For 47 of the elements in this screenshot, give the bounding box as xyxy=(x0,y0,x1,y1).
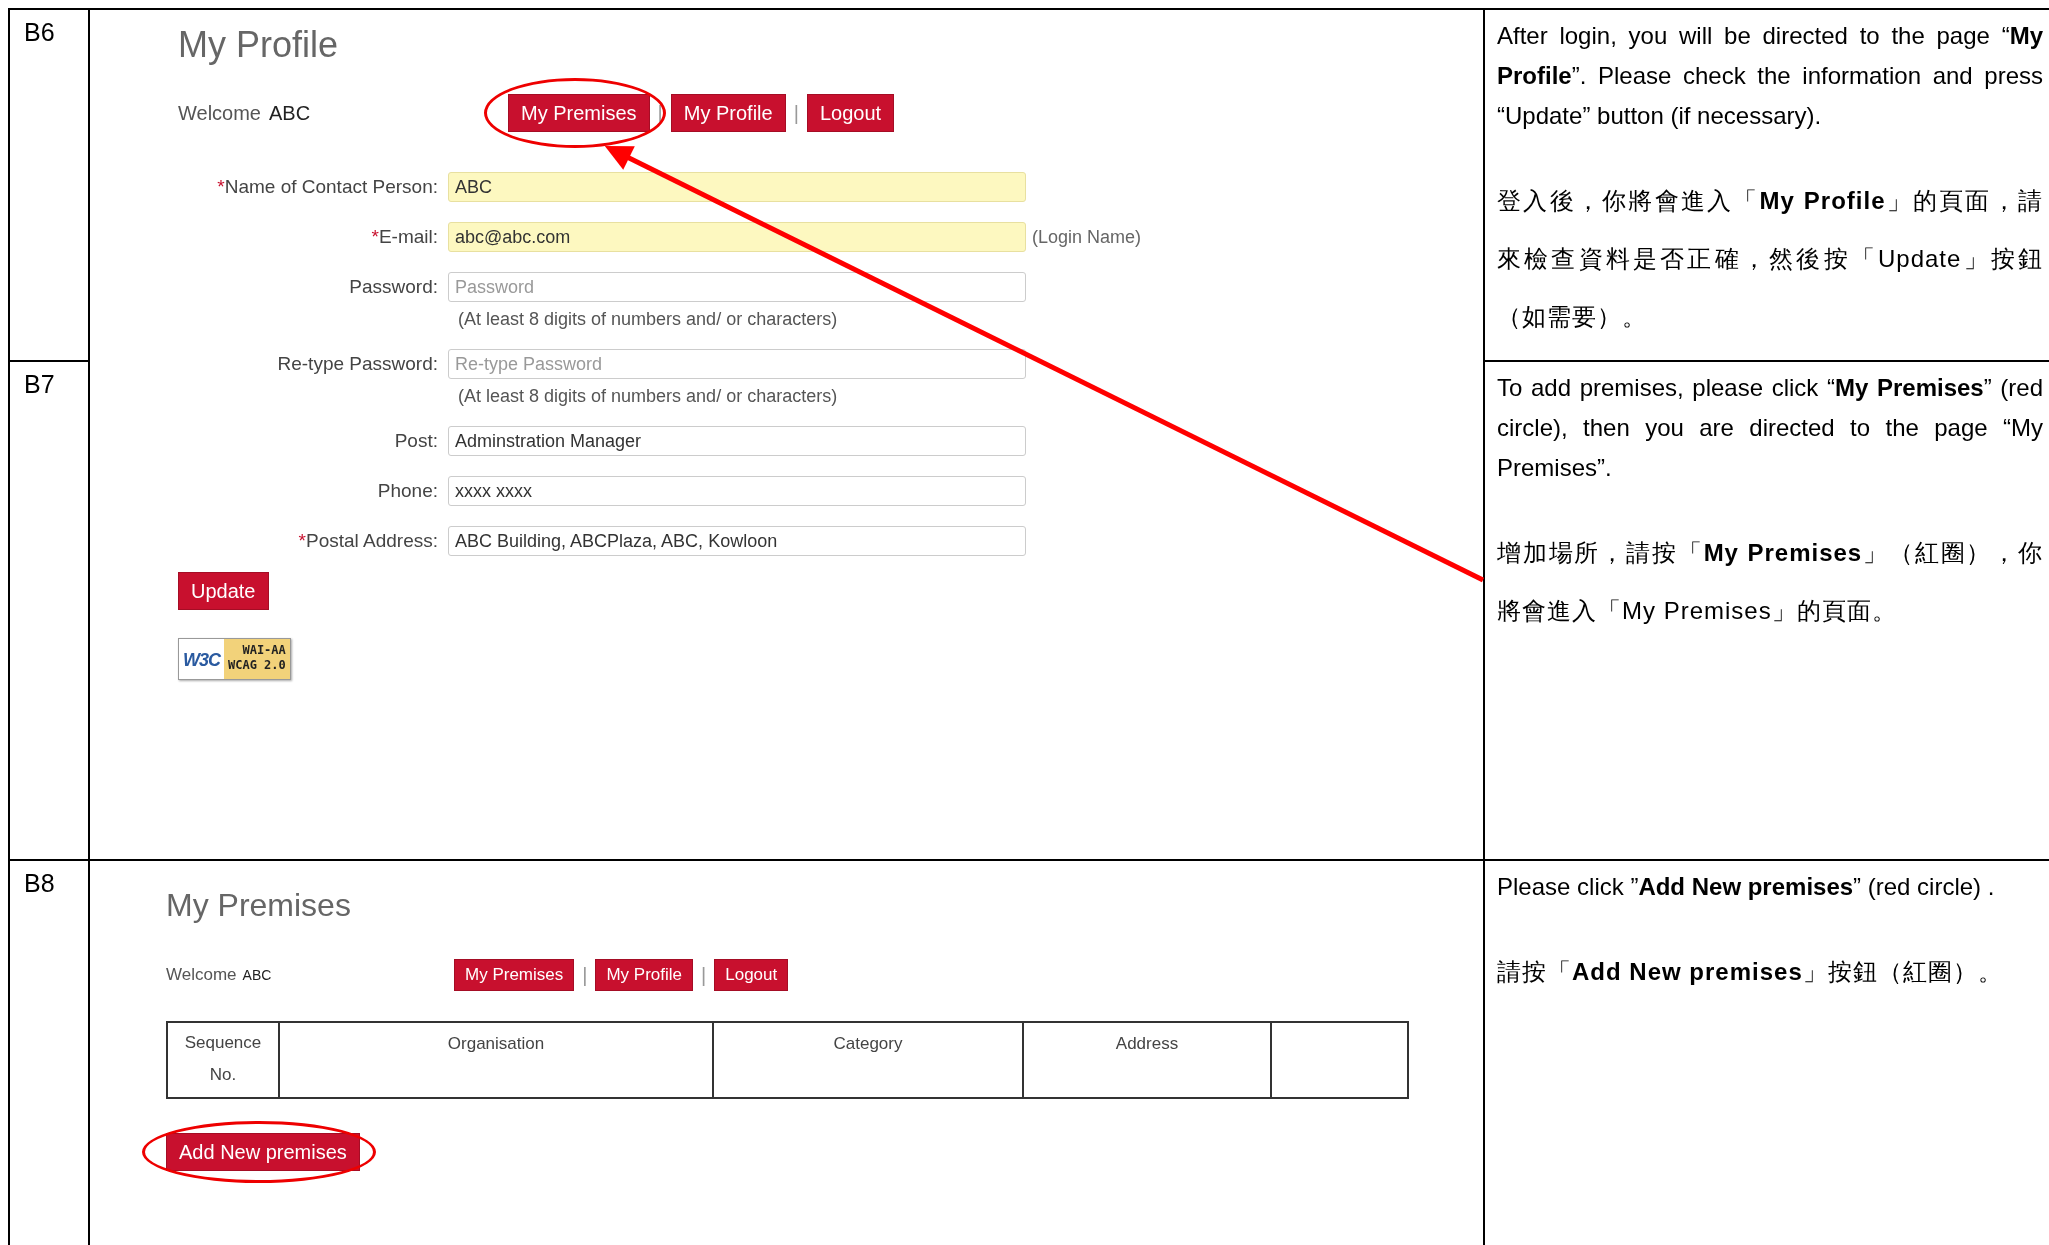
column-header: Category xyxy=(713,1022,1023,1098)
field-label: Post: xyxy=(393,428,439,453)
instruction-text: To add premises, please click “My Premises” (red circle), then you are directed to the page “My Premises”. xyxy=(1497,373,2043,483)
field-note: (Login Name) xyxy=(1032,225,1142,249)
input-field[interactable]: Password xyxy=(448,272,1026,302)
nav-button[interactable]: Logout xyxy=(806,94,895,132)
input-field[interactable]: xxxx xxxx xyxy=(448,476,1026,506)
welcome-label: Welcome xyxy=(178,101,261,126)
separator: | xyxy=(701,963,707,988)
step-label: B6 xyxy=(23,17,56,48)
field-label: Password: xyxy=(348,274,439,299)
column-header: Address xyxy=(1023,1022,1271,1098)
column-header: Organisation xyxy=(279,1022,713,1098)
nav-button[interactable]: My Premises xyxy=(454,959,575,991)
field-label: *Postal Address: xyxy=(297,528,439,553)
instruction-text: 請按「Add New premises」按鈕（紅圈）。 xyxy=(1497,957,2004,987)
step-label: B8 xyxy=(23,868,56,899)
input-field[interactable]: Re-type Password xyxy=(448,349,1026,379)
user-name: ABC xyxy=(242,965,272,985)
add-new-premises-button[interactable]: Add New premises xyxy=(166,1133,360,1171)
page-title: My Profile xyxy=(178,23,340,67)
input-field[interactable]: abc@abc.com xyxy=(448,222,1026,252)
nav-button[interactable]: My Premises xyxy=(508,94,650,132)
instruction-text: 登入後，你將會進入「My Profile」的頁面，請來檢查資料是否正確，然後按「Update」按鈕（如需要）。 xyxy=(1497,186,2043,332)
separator: | xyxy=(793,101,799,126)
input-field[interactable]: ABC Building, ABCPlaza, ABC, Kowloon xyxy=(448,526,1026,556)
nav-button[interactable]: Logout xyxy=(714,959,789,991)
field-label: *E-mail: xyxy=(370,224,439,249)
instruction-text: Please click ”Add New premises” (red circle) . xyxy=(1497,872,1996,902)
field-label: Phone: xyxy=(376,478,439,503)
instruction-text: After login, you will be directed to the page “My Profile”. Please check the information and press “Update” button (if necessary). xyxy=(1497,21,2043,131)
field-label: Re-type Password: xyxy=(276,351,439,376)
field-hint: (At least 8 digits of numbers and/ or characters) xyxy=(458,308,839,331)
input-field[interactable]: ABC xyxy=(448,172,1026,202)
input-field[interactable]: Adminstration Manager xyxy=(448,426,1026,456)
nav-button[interactable]: My Profile xyxy=(670,94,786,132)
nav-button[interactable]: My Profile xyxy=(595,959,693,991)
separator: | xyxy=(582,963,588,988)
step-label: B7 xyxy=(23,369,56,400)
user-name: ABC xyxy=(269,101,311,126)
field-hint: (At least 8 digits of numbers and/ or characters) xyxy=(458,385,839,408)
welcome-label: Welcome xyxy=(166,964,237,987)
instruction-text: 增加場所，請按「My Premises」（紅圈），你將會進入「My Premises」的頁面。 xyxy=(1497,538,2043,626)
update-button[interactable]: Update xyxy=(178,572,269,610)
page-title: My Premises xyxy=(166,886,352,925)
field-label: *Name of Contact Person: xyxy=(216,174,439,199)
column-header: Sequence No. xyxy=(167,1022,279,1098)
